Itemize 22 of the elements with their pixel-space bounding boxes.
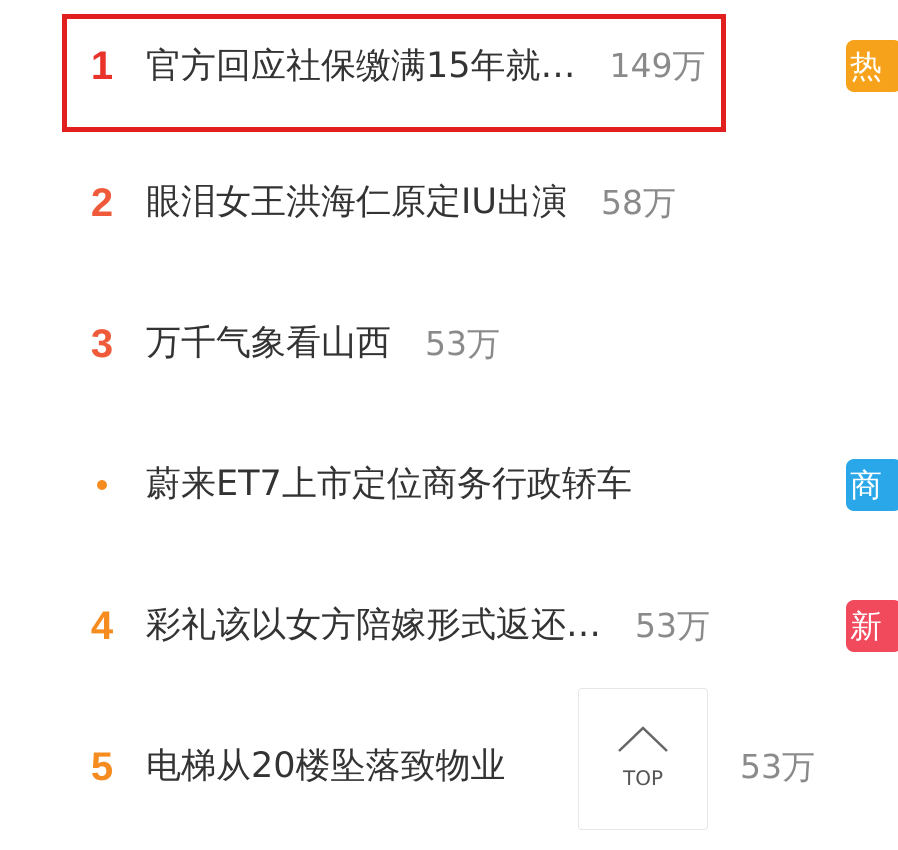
rank-number: 5	[90, 744, 114, 790]
topic-link[interactable]: 电梯从20楼坠落致物业	[146, 740, 506, 793]
topic-link[interactable]: 眼泪女王洪海仁原定IU出演	[146, 176, 567, 229]
tag-badge: 新	[846, 600, 898, 652]
back-to-top-button[interactable]: TOP	[578, 688, 708, 830]
tag-badge: 热	[846, 40, 898, 92]
topic-link[interactable]: 蔚来ET7上市定位商务行政轿车	[146, 458, 632, 511]
rank-number: 2	[90, 180, 114, 226]
rank-number: 3	[90, 320, 114, 368]
heat-count: 53万	[425, 322, 500, 365]
heat-count: 149万	[610, 45, 706, 88]
rank-number: 4	[90, 602, 114, 650]
dot-icon	[97, 480, 107, 490]
chevron-up-icon	[617, 725, 669, 753]
topic-link[interactable]: 万千气象看山西	[146, 317, 391, 370]
heat-count: 53万	[635, 604, 710, 647]
topic-link[interactable]: 彩礼该以女方陪嫁形式返还…	[146, 599, 601, 652]
topic-link[interactable]: 官方回应社保缴满15年就…	[146, 40, 576, 92]
tag-badge: 商	[846, 458, 898, 510]
heat-count: 53万	[740, 746, 815, 788]
rank-number: 1	[90, 43, 114, 90]
heat-count: 58万	[600, 182, 676, 224]
